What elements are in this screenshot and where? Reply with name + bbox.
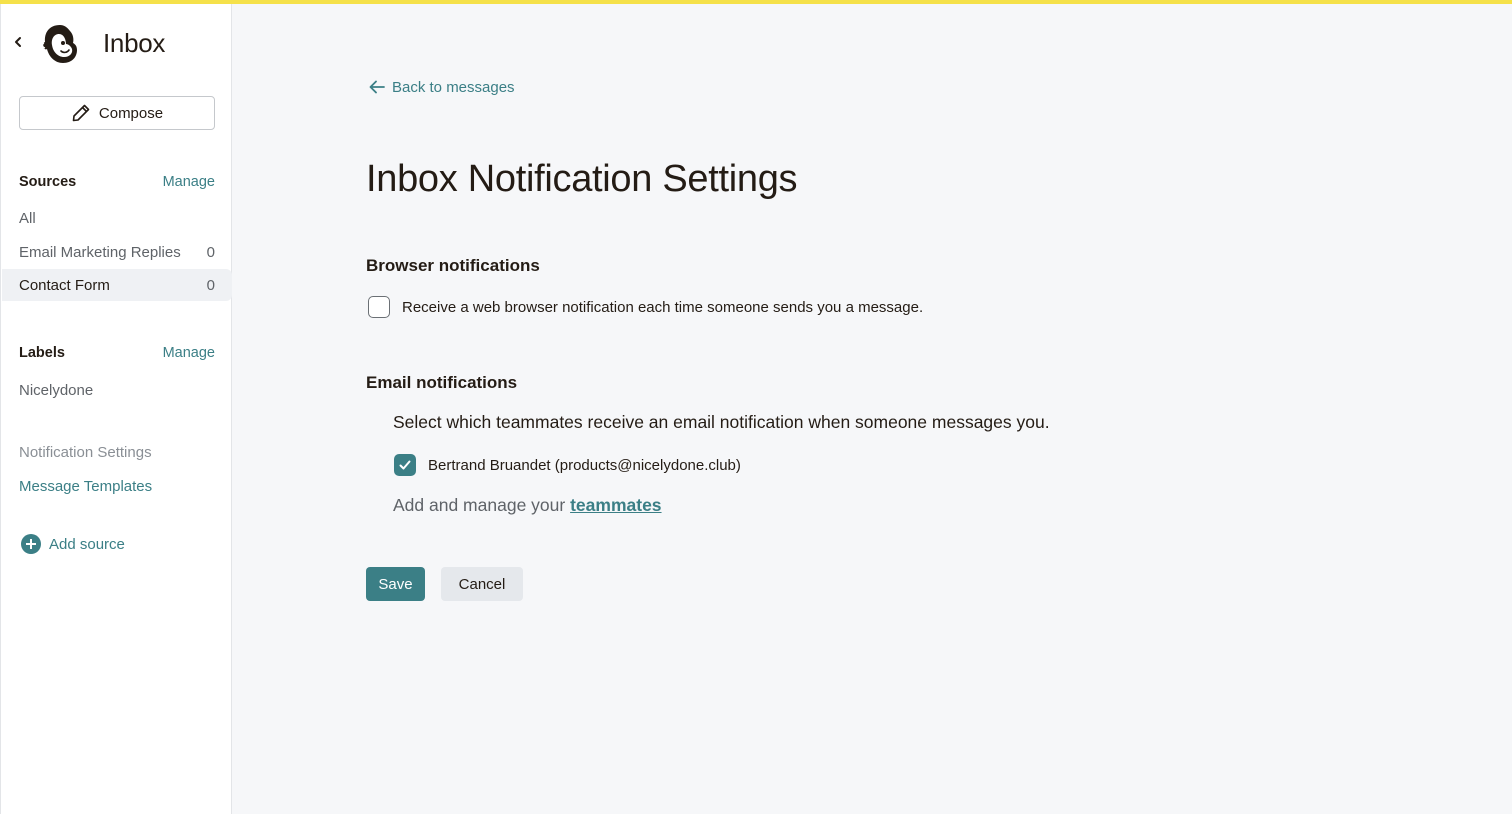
add-source-button[interactable]: Add source xyxy=(21,534,125,554)
sources-header: Sources Manage xyxy=(19,174,215,190)
mailchimp-logo-icon xyxy=(42,25,77,63)
inbox-title: Inbox xyxy=(103,28,166,58)
source-item-label: Contact Form xyxy=(19,276,110,294)
source-item-label: Email Marketing Replies xyxy=(19,243,181,261)
teammate-checkbox[interactable] xyxy=(394,454,416,476)
compose-label: Compose xyxy=(98,104,164,122)
email-notifications-description: Select which teammates receive an email … xyxy=(393,412,1050,432)
source-item-count: 0 xyxy=(206,243,215,261)
labels-heading: Labels xyxy=(19,345,65,361)
back-label: Back to messages xyxy=(392,78,515,96)
source-item-label: All xyxy=(19,209,36,227)
source-item-email-marketing-replies[interactable]: Email Marketing Replies 0 xyxy=(2,236,232,268)
back-to-messages-link[interactable]: Back to messages xyxy=(368,78,515,96)
sidebar: Inbox Compose Sources Manage All Email M… xyxy=(0,4,232,814)
compose-button[interactable]: Compose xyxy=(19,96,215,130)
browser-notifications-heading: Browser notifications xyxy=(366,256,540,275)
labels-manage-link[interactable]: Manage xyxy=(163,345,215,361)
plus-circle-icon xyxy=(21,534,41,554)
notification-settings-link[interactable]: Notification Settings xyxy=(19,444,152,461)
email-notifications-heading: Email notifications xyxy=(366,373,518,392)
cancel-button[interactable]: Cancel xyxy=(441,567,523,601)
sources-heading: Sources xyxy=(19,174,77,190)
chevron-left-icon[interactable] xyxy=(10,34,26,50)
pencil-icon xyxy=(72,104,90,122)
add-source-label: Add source xyxy=(49,535,125,553)
page-title: Inbox Notification Settings xyxy=(366,158,798,200)
source-item-contact-form[interactable]: Contact Form 0 xyxy=(2,269,232,301)
teammates-link[interactable]: teammates xyxy=(570,495,661,515)
teammate-label: Bertrand Bruandet (products@nicelydone.c… xyxy=(428,456,741,474)
teammate-option: Bertrand Bruandet (products@nicelydone.c… xyxy=(394,454,741,476)
manage-teammates-line: Add and manage your teammates xyxy=(393,495,662,516)
source-item-count: 0 xyxy=(206,276,215,294)
sidebar-header: Inbox xyxy=(1,4,232,84)
browser-notification-option: Receive a web browser notification each … xyxy=(368,296,923,318)
save-button[interactable]: Save xyxy=(366,567,425,601)
message-templates-link[interactable]: Message Templates xyxy=(19,478,152,495)
checkmark-icon xyxy=(399,460,411,470)
sources-manage-link[interactable]: Manage xyxy=(163,174,215,190)
manage-teammates-prefix: Add and manage your xyxy=(393,495,566,515)
source-item-all[interactable]: All xyxy=(2,202,232,234)
label-item-nicelydone[interactable]: Nicelydone xyxy=(2,374,232,406)
browser-notification-label: Receive a web browser notification each … xyxy=(402,298,924,316)
arrow-left-icon xyxy=(369,80,385,94)
labels-header: Labels Manage xyxy=(19,345,215,361)
browser-notification-checkbox[interactable] xyxy=(368,296,390,318)
label-item-label: Nicelydone xyxy=(19,381,94,399)
